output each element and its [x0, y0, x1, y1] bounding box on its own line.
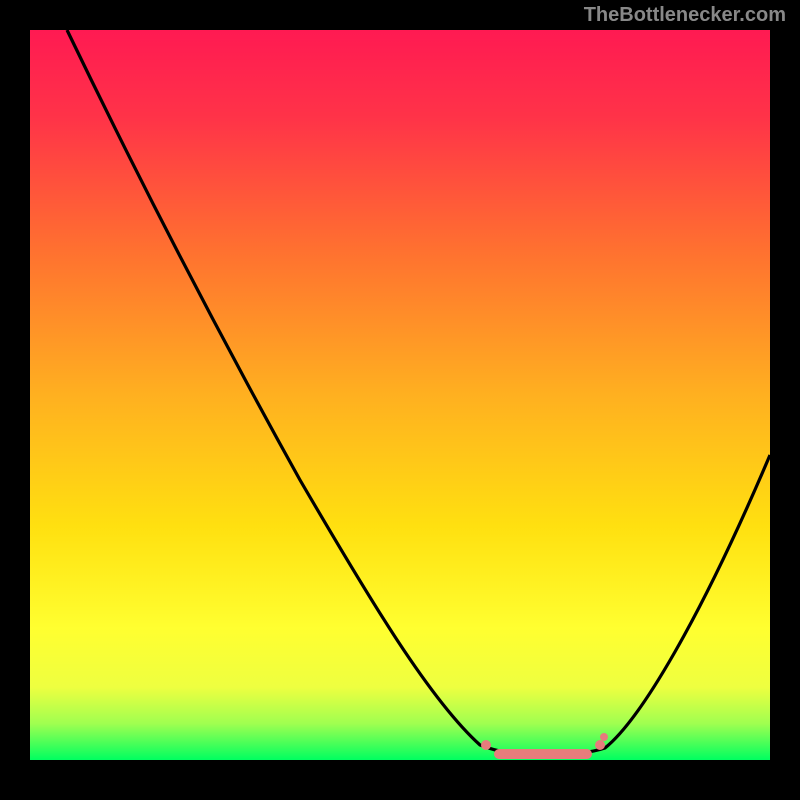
chart-container: TheBottleneсker.com [0, 0, 800, 800]
plot-area [30, 30, 770, 760]
attribution-text: TheBottleneсker.com [584, 4, 786, 27]
chart-svg [0, 0, 800, 800]
